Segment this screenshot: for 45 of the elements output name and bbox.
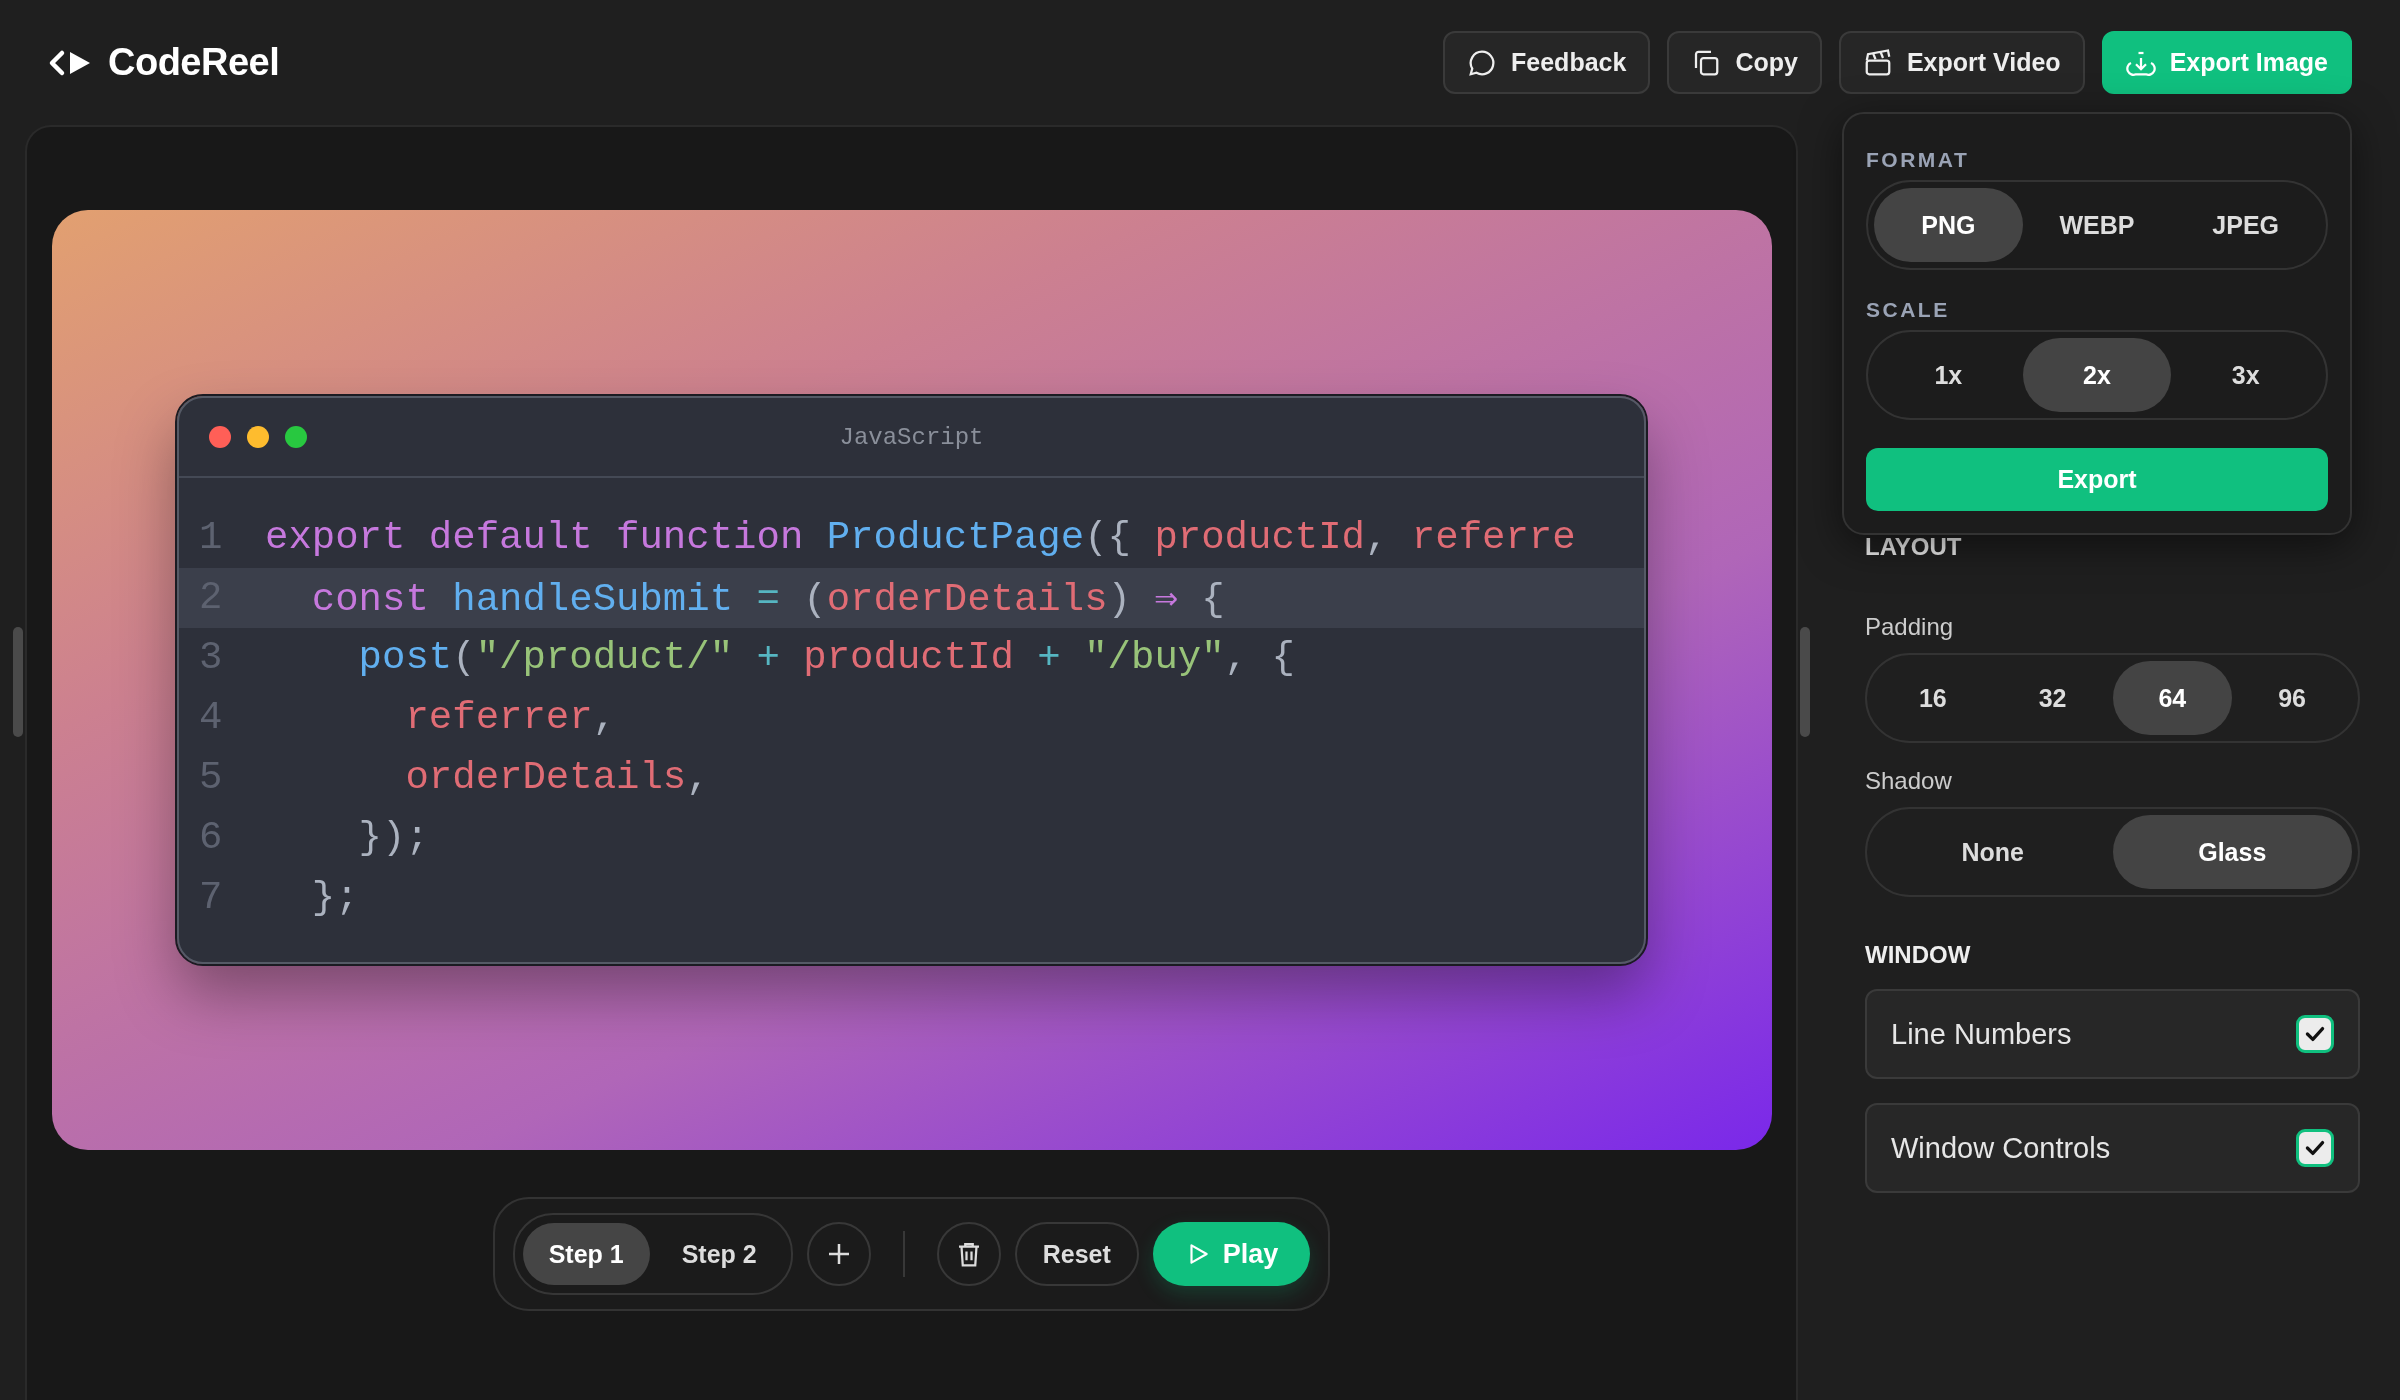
code-line: orderDetails,: [404, 756, 710, 800]
segment-option[interactable]: Glass: [2112, 815, 2352, 889]
checkbox[interactable]: [2296, 1129, 2334, 1167]
zoom-dot[interactable]: [285, 426, 307, 448]
header-button[interactable]: Feedback: [1443, 31, 1651, 94]
segment-option[interactable]: WEBP: [2022, 188, 2172, 262]
segment-option[interactable]: 1x: [1874, 338, 2023, 412]
code-line: referrer,: [404, 696, 617, 740]
toggle-row[interactable]: Line Numbers: [1865, 989, 2360, 1079]
resize-handle[interactable]: [1800, 627, 1810, 737]
header-button[interactable]: Copy: [1667, 31, 1822, 94]
code-line: });: [357, 816, 429, 860]
toggle-label: Line Numbers: [1891, 1017, 2072, 1051]
setting-label: Shadow: [1865, 767, 1953, 795]
segment-option[interactable]: 2x: [2022, 338, 2172, 412]
minimize-dot[interactable]: [247, 426, 269, 448]
resize-handle[interactable]: [13, 627, 23, 737]
segment-option[interactable]: 16: [1873, 661, 1993, 735]
close-dot[interactable]: [209, 426, 231, 448]
toggle-row[interactable]: Window Controls: [1865, 1103, 2360, 1193]
setting-label: Padding: [1865, 613, 1955, 641]
window-title: JavaScript: [839, 423, 984, 451]
section-heading: WINDOW: [1865, 941, 1972, 969]
app-logo: CodeReel: [108, 41, 280, 84]
code-line: const handleSubmit = (orderDetails) ⇒ {: [310, 577, 1225, 622]
toggle-label: Window Controls: [1891, 1131, 2111, 1165]
code-line: export default function ProductPage({ productId, referre: [265, 516, 1576, 560]
delete-button[interactable]: [936, 1222, 1001, 1286]
segment-option[interactable]: 96: [2232, 661, 2352, 735]
option-heading: FORMAT: [1866, 148, 1971, 172]
option-heading: SCALE: [1866, 298, 1951, 322]
section-heading: LAYOUT: [1865, 533, 1963, 561]
segment-option[interactable]: JPEG: [2171, 188, 2320, 262]
segment-option[interactable]: None: [1873, 815, 2113, 889]
step-tab[interactable]: Step 2: [655, 1223, 783, 1285]
checkbox[interactable]: [2296, 1015, 2334, 1053]
reset-button[interactable]: Reset: [1014, 1222, 1139, 1286]
code-line: };: [310, 876, 359, 920]
step-tab[interactable]: Step 1: [522, 1223, 650, 1285]
segment-option[interactable]: 3x: [2171, 338, 2320, 412]
header-button[interactable]: Export Video: [1838, 31, 2085, 94]
segment-option[interactable]: 64: [2112, 661, 2233, 735]
code-line: post("/product/" + productId + "/buy", {: [357, 636, 1295, 680]
segment-option[interactable]: 32: [1992, 661, 2113, 735]
segment-option[interactable]: PNG: [1874, 188, 2023, 262]
